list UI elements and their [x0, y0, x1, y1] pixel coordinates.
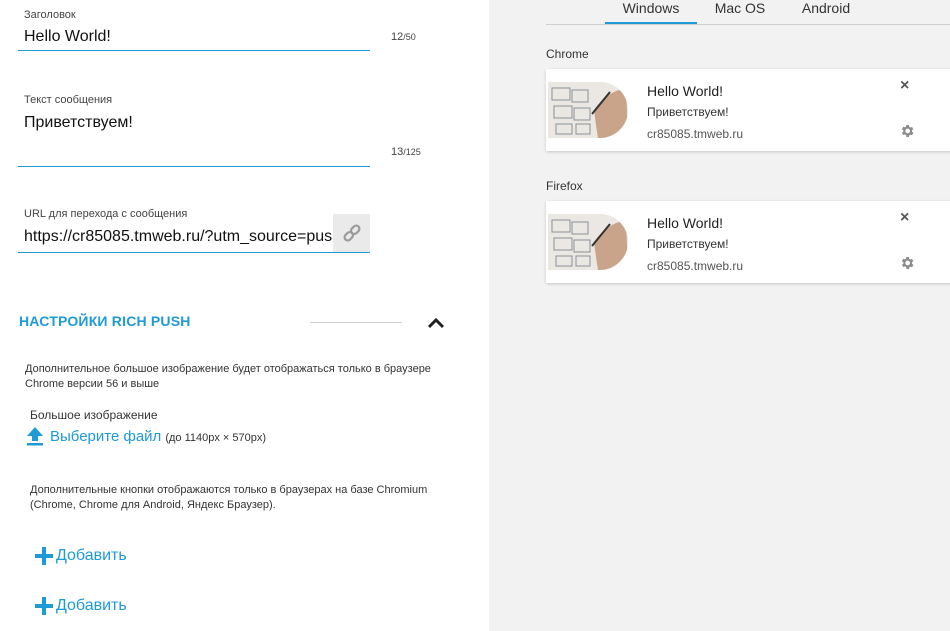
image-note: Дополнительное большое изображение будет…: [25, 362, 431, 392]
os-tabs: Windows Mac OS Android: [546, 0, 950, 25]
notification-title: Hello World!: [647, 83, 723, 99]
title-counter-max: /50: [403, 32, 416, 42]
choose-file-label[interactable]: Выберите файл: [50, 428, 161, 445]
choose-file-button[interactable]: Выберите файл (до 1140px × 570px): [26, 426, 266, 446]
add-button-1[interactable]: Добавить: [34, 546, 127, 566]
close-icon[interactable]: ×: [900, 77, 909, 95]
tab-mac-os[interactable]: Mac OS: [704, 0, 776, 24]
notification-domain: cr85085.tmweb.ru: [647, 259, 744, 273]
buttons-note-line1: Дополнительные кнопки отображаются тольк…: [30, 484, 428, 496]
buttons-note-line2: (Chrome, Chrome для Android, Яндекс Брау…: [30, 499, 276, 511]
big-image-label: Большое изображение: [30, 408, 158, 422]
upload-icon: [27, 427, 43, 446]
link-button[interactable]: [333, 214, 370, 252]
plus-icon: [35, 547, 53, 565]
chrome-label: Chrome: [546, 47, 589, 61]
notification-image: [548, 214, 628, 270]
message-field[interactable]: Текст сообщения Приветствуем!: [18, 90, 370, 167]
notification-domain: cr85085.tmweb.ru: [647, 127, 744, 141]
message-field-label: Текст сообщения: [24, 94, 113, 106]
add-button-1-label[interactable]: Добавить: [56, 547, 127, 565]
image-note-line1: Дополнительное большое изображение будет…: [25, 363, 431, 375]
choose-file-hint: (до 1140px × 570px): [165, 431, 267, 444]
link-icon: [342, 224, 361, 242]
title-field-label: Заголовок: [24, 9, 76, 21]
message-field-value[interactable]: Приветствуем!: [24, 114, 364, 132]
title-counter: 12/50: [391, 31, 416, 43]
tab-android[interactable]: Android: [790, 0, 862, 24]
notification-image: [548, 82, 628, 138]
image-note-line2: Chrome версии 56 и выше: [25, 378, 160, 390]
title-counter-value: 12: [391, 31, 404, 43]
message-counter-max: /125: [403, 147, 421, 157]
message-counter-value: 13: [391, 146, 404, 158]
close-icon[interactable]: ×: [900, 209, 909, 227]
notification-message: Приветствуем!: [647, 105, 729, 119]
url-field-label: URL для перехода с сообщения: [24, 208, 188, 220]
tab-windows[interactable]: Windows: [605, 0, 697, 24]
title-field-value[interactable]: Hello World!: [24, 28, 364, 46]
rich-push-section-title: НАСТРОЙКИ RICH PUSH: [19, 313, 191, 329]
firefox-notification-card: Hello World! Приветствуем! cr85085.tmweb…: [546, 201, 950, 283]
notification-message: Приветствуем!: [647, 237, 729, 251]
title-field[interactable]: Заголовок Hello World!: [18, 0, 370, 51]
section-divider: [310, 322, 402, 323]
chrome-notification-card: Hello World! Приветствуем! cr85085.tmweb…: [546, 69, 950, 151]
plus-icon: [35, 597, 53, 615]
message-counter: 13/125: [391, 146, 421, 158]
firefox-label: Firefox: [546, 179, 583, 193]
notification-title: Hello World!: [647, 215, 723, 231]
buttons-note: Дополнительные кнопки отображаются тольк…: [30, 483, 427, 513]
add-button-2-label[interactable]: Добавить: [56, 597, 127, 615]
chevron-up-icon[interactable]: [424, 313, 448, 331]
gear-icon[interactable]: [899, 255, 915, 271]
url-field[interactable]: URL для перехода с сообщения https://cr8…: [18, 203, 370, 253]
url-field-value[interactable]: https://cr85085.tmweb.ru/?utm_source=pus…: [24, 228, 334, 246]
add-button-2[interactable]: Добавить: [34, 596, 127, 616]
gear-icon[interactable]: [899, 123, 915, 139]
